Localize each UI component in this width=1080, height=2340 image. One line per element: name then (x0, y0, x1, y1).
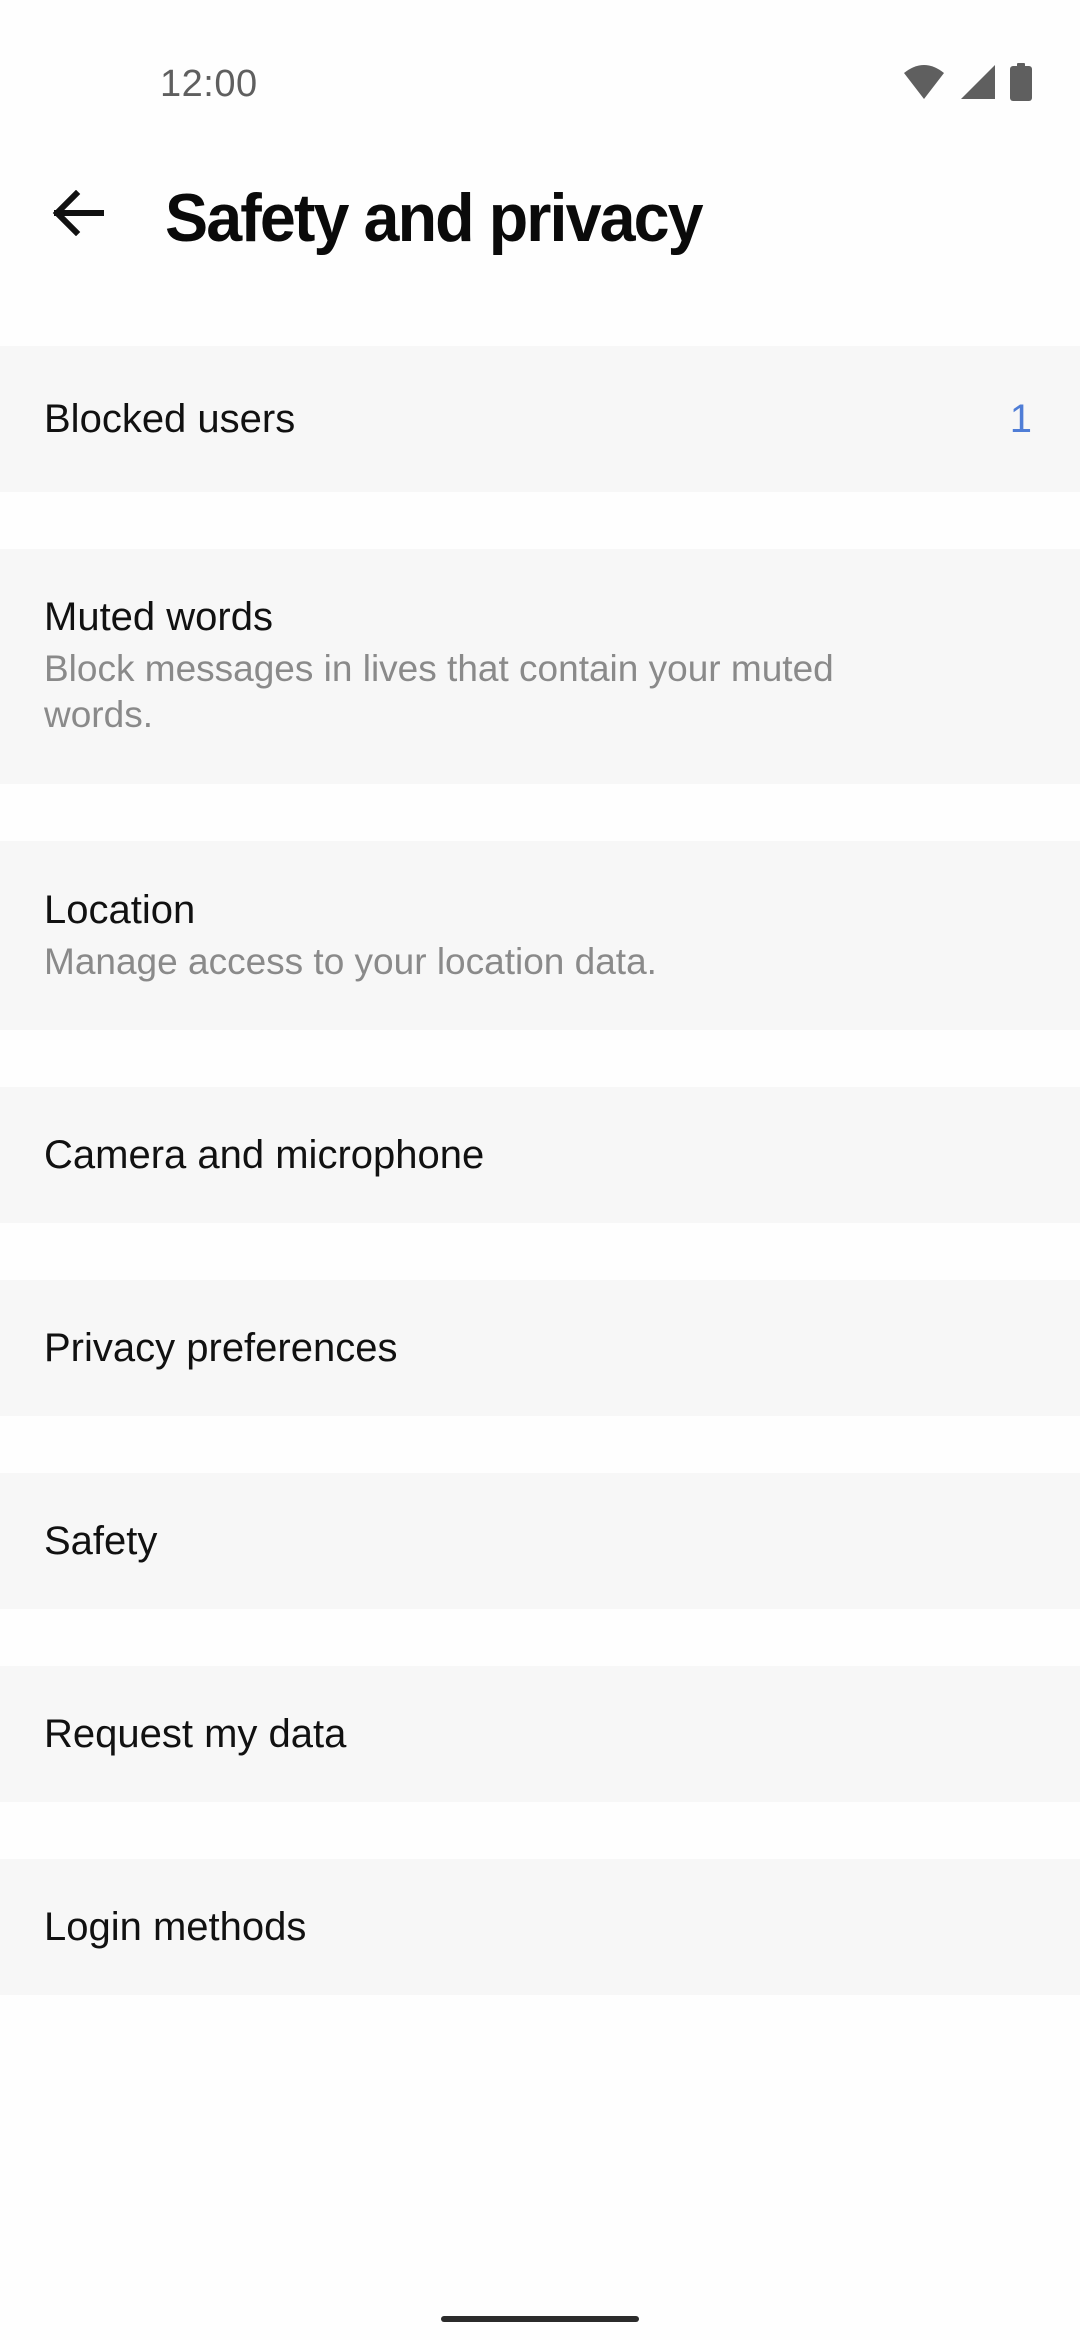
settings-item-title: Muted words (44, 595, 273, 639)
settings-item-safety[interactable]: Safety (0, 1473, 1080, 1609)
status-bar: 12:00 (0, 0, 1080, 150)
status-time: 12:00 (160, 63, 258, 105)
settings-item-login-methods[interactable]: Login methods (0, 1859, 1080, 1995)
settings-item-title: Blocked users (44, 397, 296, 441)
settings-item-blocked-users[interactable]: Blocked users 1 (0, 346, 1080, 492)
back-button[interactable] (30, 177, 126, 253)
arrow-left-icon (52, 189, 104, 241)
settings-item-title: Login methods (44, 1905, 307, 1949)
settings-item-subtitle: Manage access to your location data. (44, 941, 657, 982)
settings-item-title: Camera and microphone (44, 1133, 485, 1177)
settings-item-title: Location (44, 888, 196, 932)
settings-item-location[interactable]: Location Manage access to your location … (0, 841, 1080, 1030)
wifi-icon (902, 64, 946, 100)
battery-icon (1010, 63, 1032, 101)
home-indicator[interactable] (441, 2316, 639, 2322)
blocked-count-badge: 1 (1009, 397, 1032, 441)
settings-item-request-my-data[interactable]: Request my data (0, 1666, 1080, 1802)
settings-item-privacy-preferences[interactable]: Privacy preferences (0, 1280, 1080, 1416)
settings-item-title: Privacy preferences (44, 1326, 398, 1370)
settings-item-camera-and-microphone[interactable]: Camera and microphone (0, 1087, 1080, 1223)
settings-item-subtitle: Block messages in lives that contain you… (44, 648, 834, 735)
settings-item-title: Safety (44, 1519, 158, 1563)
app-bar: Safety and privacy (0, 150, 1080, 280)
settings-item-muted-words[interactable]: Muted words Block messages in lives that… (0, 549, 1080, 784)
page-title: Safety and privacy (165, 180, 704, 256)
cellular-signal-icon (960, 64, 996, 100)
settings-item-title: Request my data (44, 1712, 347, 1756)
status-icons (902, 62, 1032, 102)
